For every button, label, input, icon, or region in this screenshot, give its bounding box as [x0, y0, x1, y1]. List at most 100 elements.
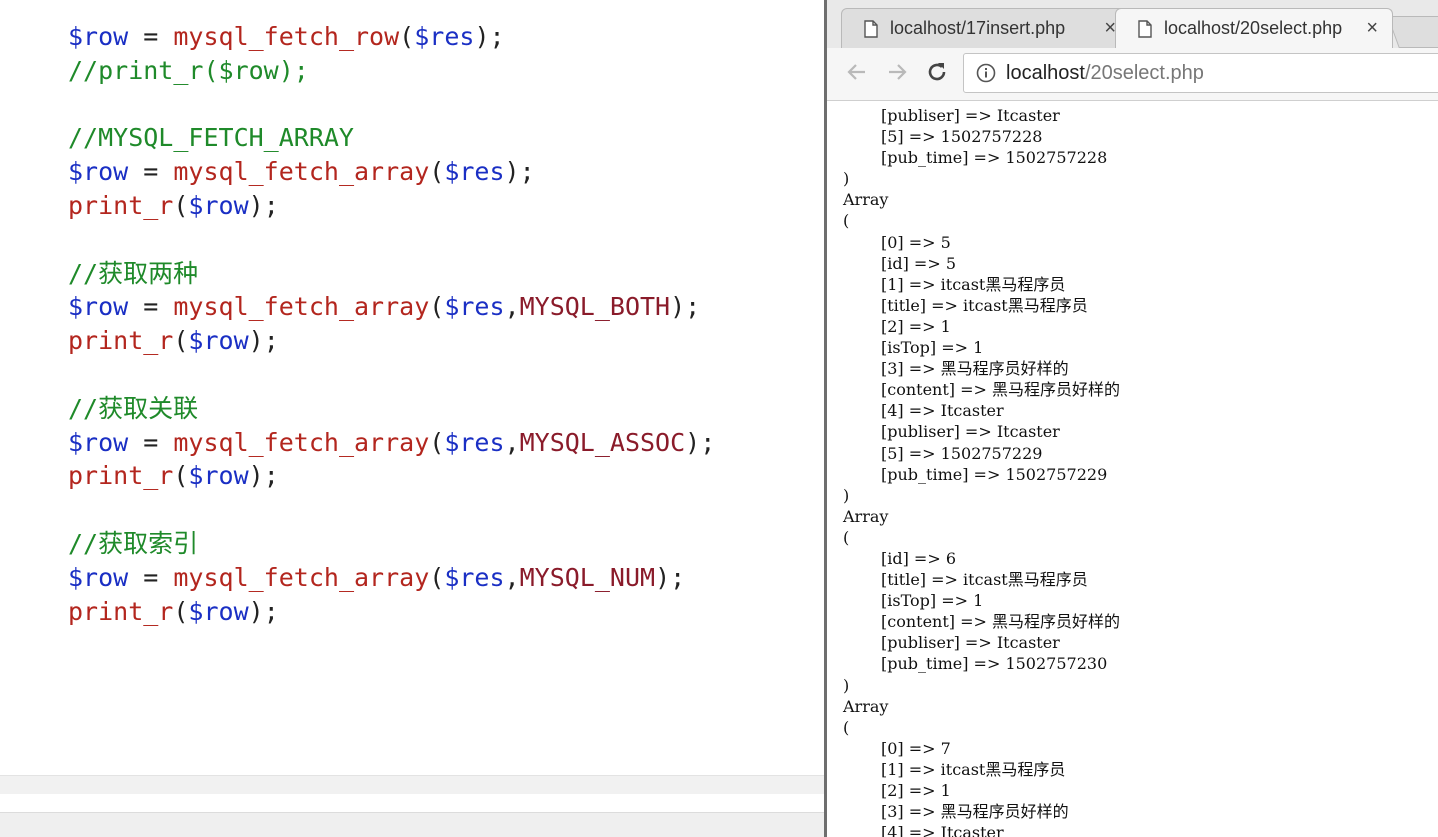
- output-line: [4] => Itcaster: [881, 401, 1004, 421]
- info-icon[interactable]: [976, 63, 996, 83]
- output-line: Array: [843, 696, 889, 716]
- editor-status-bar: [0, 812, 824, 837]
- code-line[interactable]: print_r($row);: [68, 324, 715, 358]
- code-token: $res: [444, 562, 505, 592]
- code-line[interactable]: //MYSQL_FETCH_ARRAY: [68, 121, 715, 155]
- code-line[interactable]: [68, 223, 715, 257]
- code-token: MYSQL_NUM: [519, 562, 656, 592]
- code-token: $row: [188, 326, 249, 356]
- browser-window: localhost/17insert.php × localhost/20sel…: [824, 0, 1438, 837]
- code-line[interactable]: $row = mysql_fetch_row($res);: [68, 20, 715, 54]
- code-token: );: [248, 596, 279, 626]
- forward-button[interactable]: [881, 58, 913, 90]
- editor-horizontal-scrollbar[interactable]: [0, 775, 824, 794]
- code-token: (: [173, 596, 189, 626]
- output-line: [title] => itcast黑马程序员: [881, 570, 1088, 590]
- arrow-right-icon: [886, 61, 908, 87]
- back-button[interactable]: [841, 58, 873, 90]
- code-line[interactable]: $row = mysql_fetch_array($res);: [68, 155, 715, 189]
- output-line: [title] => itcast黑马程序员: [881, 295, 1088, 315]
- code-token: print_r: [68, 596, 174, 626]
- code-token: $row: [68, 157, 129, 187]
- tab-17insert[interactable]: localhost/17insert.php ×: [841, 8, 1131, 48]
- code-line[interactable]: $row = mysql_fetch_array($res,MYSQL_NUM)…: [68, 561, 715, 595]
- code-token: $row: [188, 190, 249, 220]
- code-token: print_r: [68, 461, 174, 491]
- url-path: /20select.php: [1084, 61, 1204, 84]
- code-token: $row: [68, 292, 129, 322]
- code-token: $row: [188, 596, 249, 626]
- code-token: print_r: [68, 190, 174, 220]
- output-line: [0] => 7: [881, 738, 951, 758]
- code-token: MYSQL_ASSOC: [519, 427, 686, 457]
- output-line: [content] => 黑马程序员好样的: [881, 612, 1121, 632]
- code-token: $res: [414, 22, 475, 51]
- output-line: [pub_time] => 1502757229: [881, 464, 1108, 484]
- code-token: $row: [188, 461, 249, 491]
- code-token: $row: [68, 22, 129, 51]
- code-editor[interactable]: $row = mysql_fetch_row($res);//print_r($…: [0, 0, 824, 837]
- code-token: print_r: [68, 326, 174, 356]
- output-line: [id] => 5: [881, 253, 957, 273]
- output-line: [1] => itcast黑马程序员: [881, 759, 1066, 779]
- output-line: [5] => 1502757228: [881, 127, 1043, 147]
- output-line: ): [843, 485, 850, 505]
- page-content[interactable]: [publiser] => Itcaster [5] => 1502757228[…: [827, 101, 1438, 837]
- output-line: (: [843, 717, 850, 737]
- output-line: ): [843, 675, 850, 695]
- output-line: [content] => 黑马程序员好样的: [881, 380, 1121, 400]
- output-line: [1] => itcast黑马程序员: [881, 274, 1066, 294]
- tab-strip: localhost/17insert.php × localhost/20sel…: [827, 0, 1438, 49]
- code-token: MYSQL_BOTH: [519, 292, 671, 322]
- code-token: ,: [504, 562, 520, 592]
- reload-button[interactable]: [921, 58, 953, 90]
- code-token: (: [429, 427, 445, 457]
- code-token: );: [248, 326, 279, 356]
- output-line: [pub_time] => 1502757230: [881, 654, 1108, 674]
- code-token: );: [685, 427, 716, 457]
- code-line[interactable]: //获取两种: [68, 257, 715, 291]
- code-token: (: [173, 190, 189, 220]
- code-line[interactable]: $row = mysql_fetch_array($res,MYSQL_ASSO…: [68, 426, 715, 460]
- code-token: $row: [68, 562, 129, 592]
- document-icon: [864, 19, 878, 38]
- code-token: //获取两种: [68, 258, 199, 288]
- output-line: ): [843, 169, 850, 189]
- code-line[interactable]: [68, 358, 715, 392]
- code-token: (: [429, 292, 445, 322]
- code-line[interactable]: print_r($row);: [68, 595, 715, 629]
- code-token: );: [248, 461, 279, 491]
- code-line[interactable]: //print_r($row);: [68, 54, 715, 88]
- code-token: =: [128, 292, 174, 322]
- code-line[interactable]: //获取关联: [68, 392, 715, 426]
- code-line[interactable]: [68, 493, 715, 527]
- code-token: (: [429, 157, 445, 187]
- output-line: [2] => 1: [881, 781, 951, 800]
- code-token: //print_r($row);: [68, 55, 309, 85]
- code-line[interactable]: [68, 88, 715, 122]
- url-host: localhost: [1006, 61, 1085, 84]
- code-line[interactable]: print_r($row);: [68, 189, 715, 223]
- output-line: [2] => 1: [881, 316, 951, 336]
- output-line: [isTop] => 1: [881, 338, 984, 358]
- print-r-output: [publiser] => Itcaster [5] => 1502757228[…: [843, 105, 1120, 837]
- tab-20select[interactable]: localhost/20select.php ×: [1115, 8, 1393, 48]
- code-token: mysql_fetch_array: [173, 427, 430, 457]
- close-icon[interactable]: ×: [1366, 17, 1378, 40]
- code-line[interactable]: print_r($row);: [68, 459, 715, 493]
- output-line: [id] => 6: [881, 548, 957, 568]
- output-line: [3] => 黑马程序员好样的: [881, 802, 1069, 822]
- address-bar[interactable]: localhost/20select.php: [963, 53, 1438, 93]
- code-token: $res: [444, 292, 505, 322]
- code-token: (: [429, 562, 445, 592]
- code-token: (: [173, 326, 189, 356]
- code-area[interactable]: $row = mysql_fetch_row($res);//print_r($…: [68, 20, 715, 628]
- output-line: [3] => 黑马程序员好样的: [881, 359, 1069, 379]
- code-line[interactable]: $row = mysql_fetch_array($res,MYSQL_BOTH…: [68, 290, 715, 324]
- code-line[interactable]: //获取索引: [68, 527, 715, 561]
- output-line: Array: [843, 190, 889, 210]
- new-tab-button[interactable]: [1387, 16, 1438, 48]
- browser-toolbar: localhost/20select.php: [827, 48, 1438, 101]
- output-line: [isTop] => 1: [881, 591, 984, 611]
- code-token: $row: [68, 427, 129, 457]
